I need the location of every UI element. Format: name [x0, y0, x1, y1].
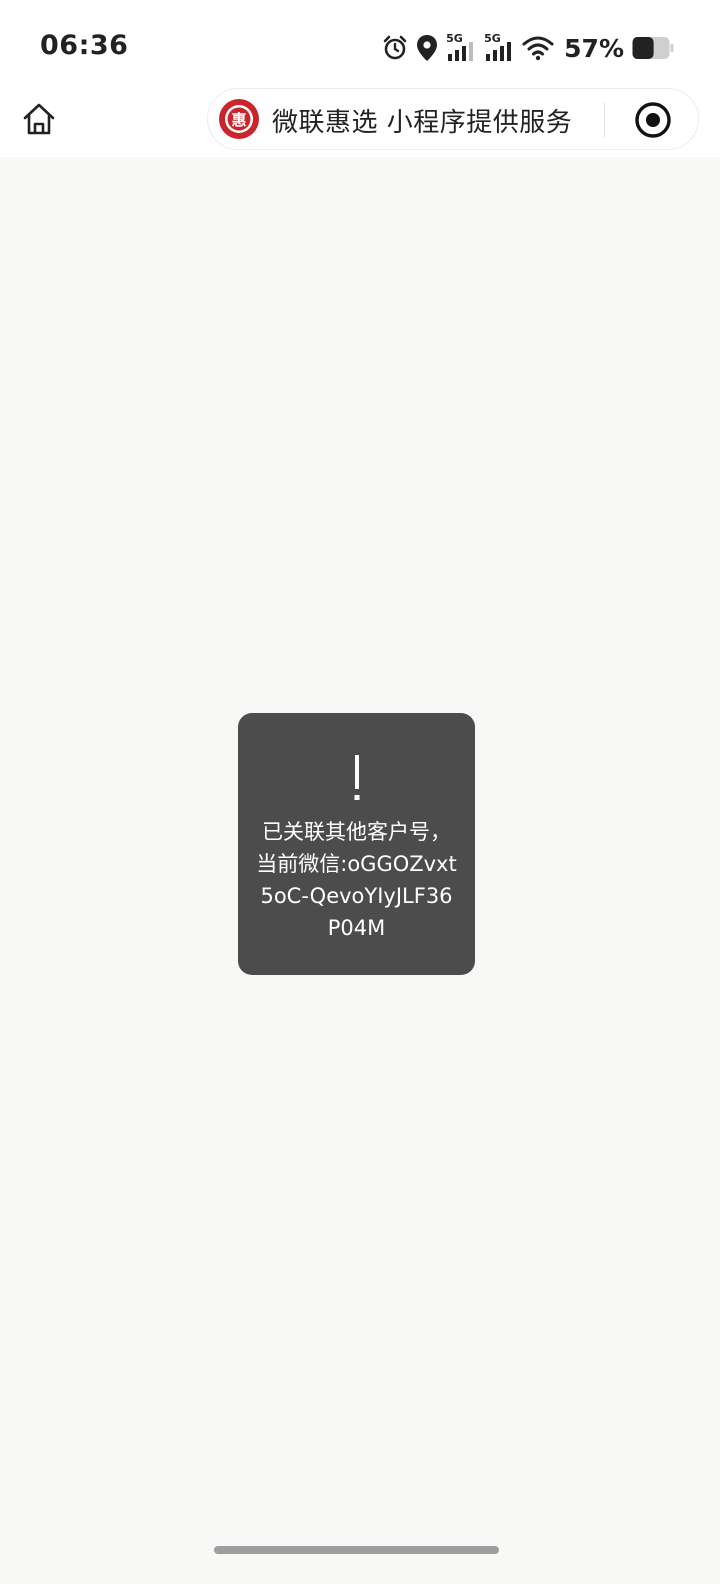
toast-dialog: 已关联其他客户号，当前微信:oGGOZvxt5oC-QevoYIyJLF36P0…: [238, 713, 475, 975]
close-target-icon[interactable]: [632, 99, 674, 141]
brand-logo: 惠: [219, 99, 259, 139]
mini-program-title: 微联惠选 小程序提供服务: [272, 108, 573, 138]
toast-icon-wrap: [238, 753, 475, 805]
gesture-home-indicator[interactable]: [214, 1546, 499, 1554]
cellular-signal-2: 5G: [484, 32, 514, 62]
capsule-divider: [604, 102, 605, 138]
status-icons: 5G 5G 57%: [382, 32, 674, 64]
mini-program-capsule[interactable]: 惠 微联惠选 小程序提供服务: [207, 88, 699, 150]
home-icon: [23, 103, 55, 135]
toast-message: 已关联其他客户号，当前微信:oGGOZvxt5oC-QevoYIyJLF36P0…: [256, 820, 457, 940]
alarm-icon: [383, 35, 407, 60]
nav-bar: 惠 微联惠选 小程序提供服务: [0, 88, 720, 157]
home-button[interactable]: [20, 100, 58, 138]
mini-program-page: 06:36 5G 5G 57% 惠 微联惠选 小程序提供服务 已关联其他客户号，…: [0, 0, 720, 1584]
location-icon: [417, 35, 438, 61]
signal-bars-icon: [486, 42, 512, 61]
battery-percent: 57%: [564, 33, 624, 63]
exclamation-icon: [354, 755, 359, 800]
status-time: 06:36: [40, 30, 129, 61]
battery-icon: [632, 37, 674, 59]
brand-logo-char: 惠: [231, 111, 246, 129]
status-bar: 06:36 5G 5G 57%: [0, 0, 720, 88]
signal-bars-icon: [448, 42, 474, 61]
wifi-icon: [522, 36, 554, 61]
cellular-signal-1: 5G: [446, 32, 476, 62]
